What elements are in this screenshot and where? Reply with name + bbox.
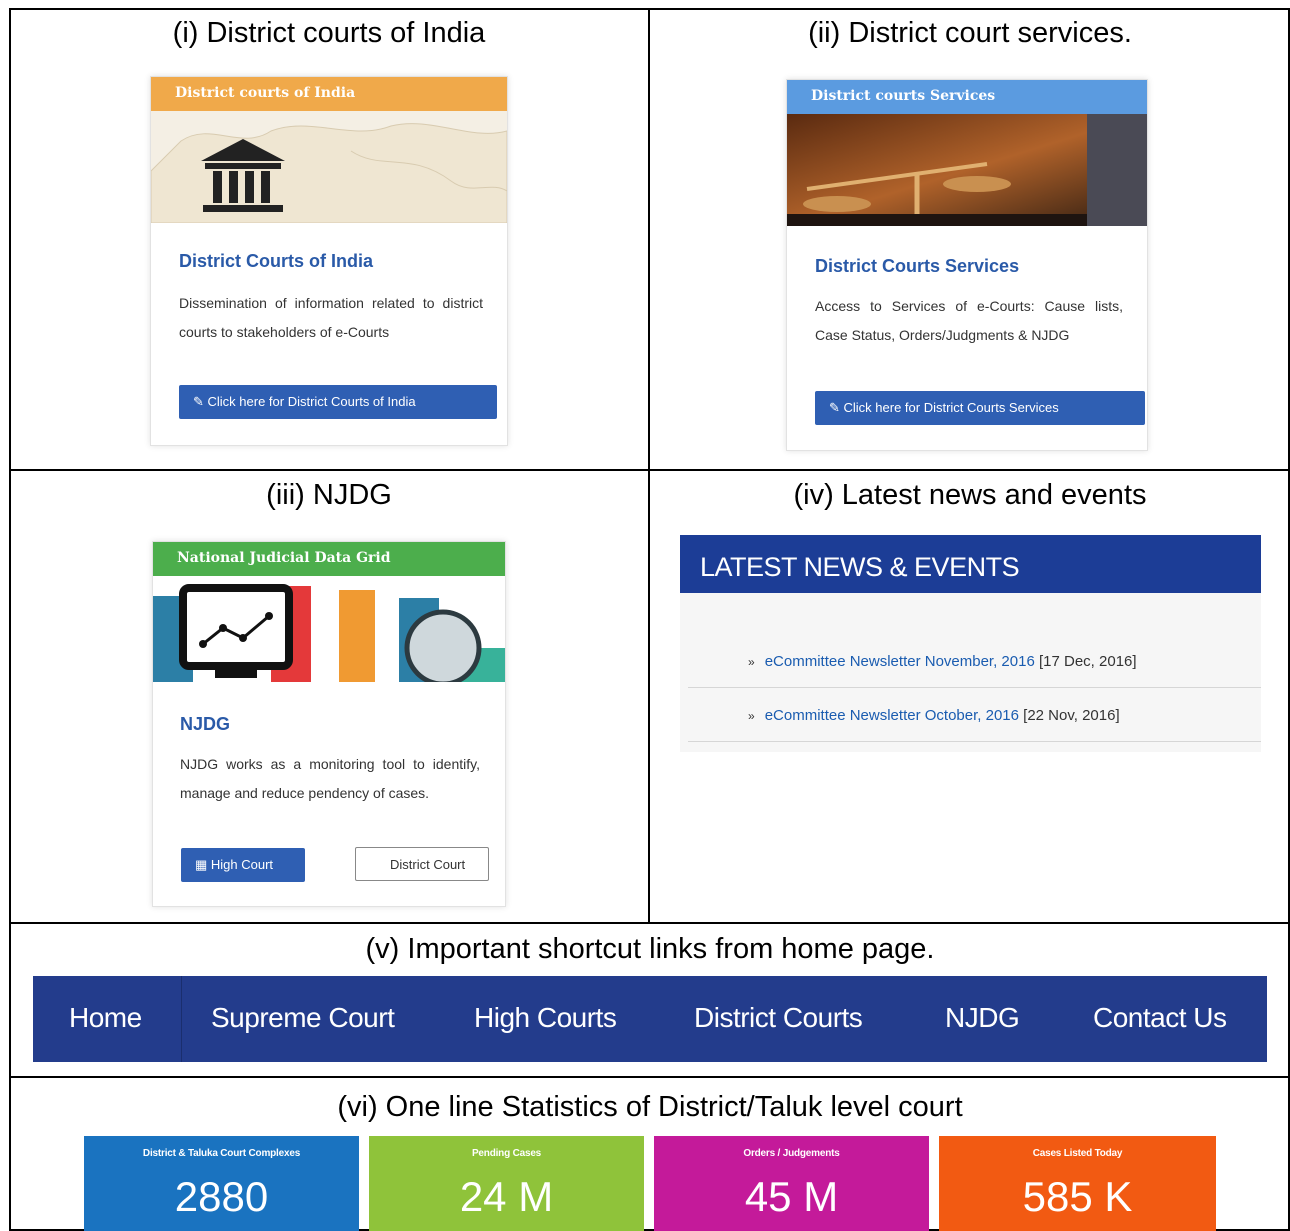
row-divider (9, 922, 1290, 924)
district-courts-of-india-button[interactable]: ✎ Click here for District Courts of Indi… (179, 385, 497, 419)
nav-supreme-court[interactable]: Supreme Court (211, 1002, 395, 1034)
india-map-court-illustration (151, 111, 507, 223)
card-header: National Judicial Data Grid (153, 542, 505, 576)
line-chart-icon (179, 584, 293, 678)
card-title: District Courts of India (179, 251, 374, 271)
news-item[interactable]: » eCommittee Newsletter November, 2016 [1… (748, 653, 1137, 670)
stat-value: 45 M (744, 1173, 839, 1220)
stat-pending-cases: Pending Cases 24 M (369, 1136, 644, 1231)
district-court-button[interactable]: District Court (355, 847, 489, 881)
stat-label: Orders / Judgements (743, 1148, 840, 1159)
district-courts-services-button[interactable]: ✎ Click here for District Courts Service… (815, 391, 1145, 425)
caption-district-courts: (i) District courts of India (172, 17, 486, 49)
stat-cases-listed-today: Cases Listed Today 585 K (939, 1136, 1216, 1231)
double-chevron-icon: » (748, 709, 755, 723)
stat-label: Pending Cases (471, 1148, 542, 1159)
card-description: Access to Services of e-Courts: Cause li… (815, 298, 1123, 343)
high-court-button[interactable]: ▦ High Court (181, 848, 305, 882)
double-chevron-icon: » (748, 655, 755, 669)
stat-orders-judgements: Orders / Judgements 45 M (654, 1136, 929, 1231)
stat-value: 2880 (174, 1173, 269, 1220)
news-item[interactable]: » eCommittee Newsletter October, 2016 [22… (748, 707, 1120, 724)
divider (688, 687, 1261, 688)
card-district-services: District courts Services District Courts… (786, 79, 1148, 451)
caption-njdg: (iii) NJDG (266, 479, 392, 511)
scales-of-justice-image (787, 114, 1147, 226)
caption-district-services: (ii) District court services. (808, 17, 1132, 49)
stat-value: 585 K (1022, 1173, 1133, 1220)
bank-icon: ▦ (195, 857, 211, 872)
caption-statistics: (vi) One line Statistics of District/Tal… (337, 1091, 963, 1123)
card-description: Dissemination of information related to … (179, 295, 483, 340)
divider (688, 741, 1261, 742)
caption-shortcuts: (v) Important shortcut links from home p… (365, 933, 935, 965)
card-title: NJDG (180, 714, 231, 734)
stat-court-complexes: District & Taluka Court Complexes 2880 (84, 1136, 359, 1231)
news-heading: LATEST NEWS & EVENTS (680, 535, 1261, 593)
card-title: District Courts Services (815, 256, 1020, 276)
latest-news-panel: LATEST NEWS & EVENTS » eCommittee Newslet… (680, 535, 1261, 752)
card-description: NJDG works as a monitoring tool to ident… (180, 756, 480, 801)
card-njdg: National Judicial Data Grid NJDG NJDG wo… (152, 541, 506, 907)
stat-value: 24 M (459, 1173, 554, 1220)
njdg-monitor-illustration (153, 576, 505, 682)
nav-njdg[interactable]: NJDG (945, 1002, 1020, 1034)
nav-contact-us[interactable]: Contact Us (1093, 1002, 1227, 1034)
stat-label: District & Taluka Court Complexes (142, 1148, 301, 1159)
nav-high-courts[interactable]: High Courts (474, 1002, 617, 1034)
caption-news: (iv) Latest news and events (793, 479, 1147, 511)
card-header: District courts of India (151, 77, 507, 111)
shortcut-nav-bar: Home Supreme Court High Courts District … (33, 976, 1267, 1062)
column-divider (648, 8, 650, 924)
row-divider (9, 469, 1290, 471)
card-header: District courts Services (787, 80, 1147, 114)
stat-label: Cases Listed Today (1032, 1148, 1123, 1159)
link-icon: ✎ (193, 394, 208, 409)
divider (181, 976, 182, 1062)
nav-home[interactable]: Home (69, 1002, 142, 1034)
nav-district-courts[interactable]: District Courts (694, 1002, 863, 1034)
card-district-courts: District courts of India District Courts… (150, 76, 508, 446)
link-icon: ✎ (829, 400, 844, 415)
row-divider (9, 1076, 1290, 1078)
